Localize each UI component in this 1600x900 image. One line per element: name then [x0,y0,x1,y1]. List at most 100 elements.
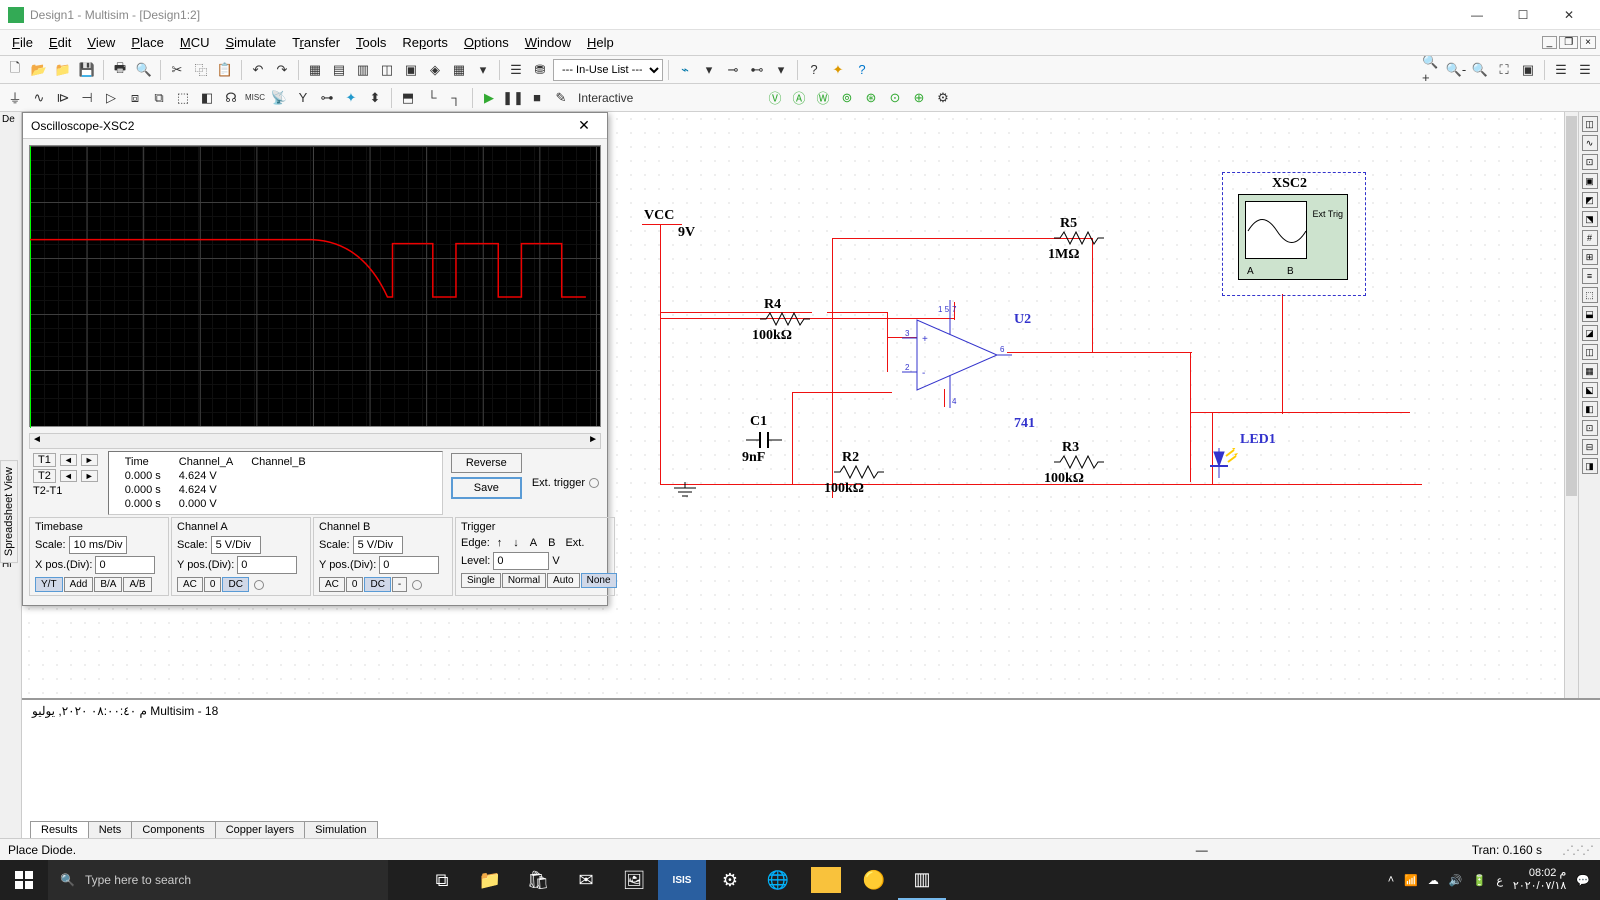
menu-reports[interactable]: Reports [394,31,456,54]
clock[interactable]: 08:02 م ٢٠٢٠/٠٧/١٨ [1513,867,1566,893]
probe-icon[interactable]: ⌁ [674,59,696,81]
find-icon[interactable]: ✦ [827,59,849,81]
mdi-minimize[interactable]: _ [1542,36,1558,49]
preview-icon[interactable]: 🔍 [133,59,155,81]
new-icon[interactable]: 🗋 [4,59,26,81]
undo-icon[interactable]: ↶ [247,59,269,81]
t2-right[interactable]: ► [81,470,98,482]
inst-cp-icon[interactable]: ⊟ [1582,439,1598,455]
chrome-icon[interactable]: 🟡 [850,860,898,900]
menu-mcu[interactable]: MCU [172,31,218,54]
cha-enable[interactable] [254,580,264,590]
resize-grip-icon[interactable]: ⋰⋰⋰ [1542,843,1592,857]
grid3-icon[interactable]: ▥ [352,59,374,81]
list2-icon[interactable]: ☰ [1574,59,1596,81]
stop-icon[interactable]: ■ [526,87,548,109]
btn-ba[interactable]: B/A [94,577,122,592]
chb-scale[interactable]: 5 V/Div [353,536,403,554]
misc-icon[interactable]: MISC [244,87,266,109]
fullscreen-icon[interactable]: ▣ [1517,59,1539,81]
chb-ac[interactable]: AC [319,577,345,592]
inst-a-icon[interactable]: Ⓐ [788,87,810,109]
store-icon[interactable]: 🛍 [514,860,562,900]
scope-close-button[interactable]: ✕ [569,117,599,134]
ic-icon[interactable]: ⧈ [124,87,146,109]
inst-4c-icon[interactable]: ◩ [1582,192,1598,208]
inst-gear-icon[interactable]: ⚙ [932,87,954,109]
trig-none[interactable]: None [581,573,617,588]
redo-icon[interactable]: ↷ [271,59,293,81]
zoomarea-icon[interactable]: 🔍 [1469,59,1491,81]
edge-fall[interactable]: ↓ [509,536,523,550]
pause-icon[interactable]: ❚❚ [502,87,524,109]
grid-icon[interactable]: ▦ [304,59,326,81]
tab-copper[interactable]: Copper layers [215,821,305,838]
menu-view[interactable]: View [79,31,123,54]
wire-icon[interactable]: └ [421,87,443,109]
inst-da-icon[interactable]: ◪ [1582,325,1598,341]
wifi-icon[interactable]: 📶 [1404,874,1418,887]
netlist-icon[interactable]: ☰ [505,59,527,81]
junc-icon[interactable]: ┐ [445,87,467,109]
chb-dc[interactable]: DC [364,577,390,592]
list1-icon[interactable]: ☰ [1550,59,1572,81]
paste-icon[interactable]: 📋 [214,59,236,81]
edge-rise[interactable]: ↑ [493,536,507,550]
inst-na-icon[interactable]: ▦ [1582,363,1598,379]
ind-icon[interactable]: ☊ [220,87,242,109]
inst-ni-icon[interactable]: ◨ [1582,458,1598,474]
inst-mm-icon[interactable]: ◫ [1582,116,1598,132]
ground-icon[interactable]: ⏚ [4,87,26,109]
scope-time-scroll[interactable] [29,433,601,449]
tab-nets[interactable]: Nets [88,821,133,838]
cha-ac[interactable]: AC [177,577,203,592]
menu-file[interactable]: File [4,31,41,54]
open2-icon[interactable]: 📁 [52,59,74,81]
probe5-icon[interactable]: ▾ [770,59,792,81]
menu-edit[interactable]: Edit [41,31,79,54]
notifications-icon[interactable]: 💬 [1576,874,1590,887]
comp2-icon[interactable]: ▣ [400,59,422,81]
resistor-icon[interactable]: ∿ [28,87,50,109]
chb-ypos[interactable] [379,556,439,574]
trig-normal[interactable]: Normal [502,573,546,588]
inst-fg-icon[interactable]: ∿ [1582,135,1598,151]
comp3-icon[interactable]: ◈ [424,59,446,81]
lang-indicator[interactable]: ع [1496,874,1503,887]
digital-icon[interactable]: ⬚ [172,87,194,109]
photos-icon[interactable]: 🖼 [610,860,658,900]
edge-a[interactable]: A [526,536,541,550]
print-icon[interactable]: 🖶 [109,59,131,81]
open-icon[interactable]: 📂 [28,59,50,81]
ext-trigger-radio[interactable] [589,478,599,488]
diode-icon[interactable]: ⧐ [52,87,74,109]
multisim-icon[interactable]: ▥ [898,860,946,900]
timebase-xpos[interactable] [95,556,155,574]
edge-b[interactable]: B [544,536,559,550]
settings-icon[interactable]: ⚙ [706,860,754,900]
inst-wc-icon[interactable]: ⊞ [1582,249,1598,265]
cha-scale[interactable]: 5 V/Div [211,536,261,554]
comp5-icon[interactable]: ▾ [472,59,494,81]
t2-left[interactable]: ◄ [60,470,77,482]
tray-chevron-icon[interactable]: ˄ [1388,874,1394,886]
trig-single[interactable]: Single [461,573,501,588]
probe3-icon[interactable]: ⊸ [722,59,744,81]
inst-sc-icon[interactable]: ▣ [1582,173,1598,189]
inst-iv-icon[interactable]: ⬓ [1582,306,1598,322]
inst-ag-icon[interactable]: ⬕ [1582,382,1598,398]
transistor-icon[interactable]: ⊣ [76,87,98,109]
cha-dc[interactable]: DC [222,577,248,592]
inst-s-icon[interactable]: ⊙ [884,87,906,109]
hier-icon[interactable]: ⬒ [397,87,419,109]
mixed-icon[interactable]: ◧ [196,87,218,109]
mdi-close[interactable]: × [1580,36,1596,49]
zoomfit-icon[interactable]: ⛶ [1493,59,1515,81]
inuse-select[interactable]: --- In-Use List --- [553,59,663,81]
grid2-icon[interactable]: ▤ [328,59,350,81]
inst-w-icon[interactable]: Ⓦ [812,87,834,109]
tab-simulation[interactable]: Simulation [304,821,377,838]
save-button[interactable]: Save [451,477,522,499]
menu-transfer[interactable]: Transfer [284,31,348,54]
inst-tk-icon[interactable]: ◧ [1582,401,1598,417]
